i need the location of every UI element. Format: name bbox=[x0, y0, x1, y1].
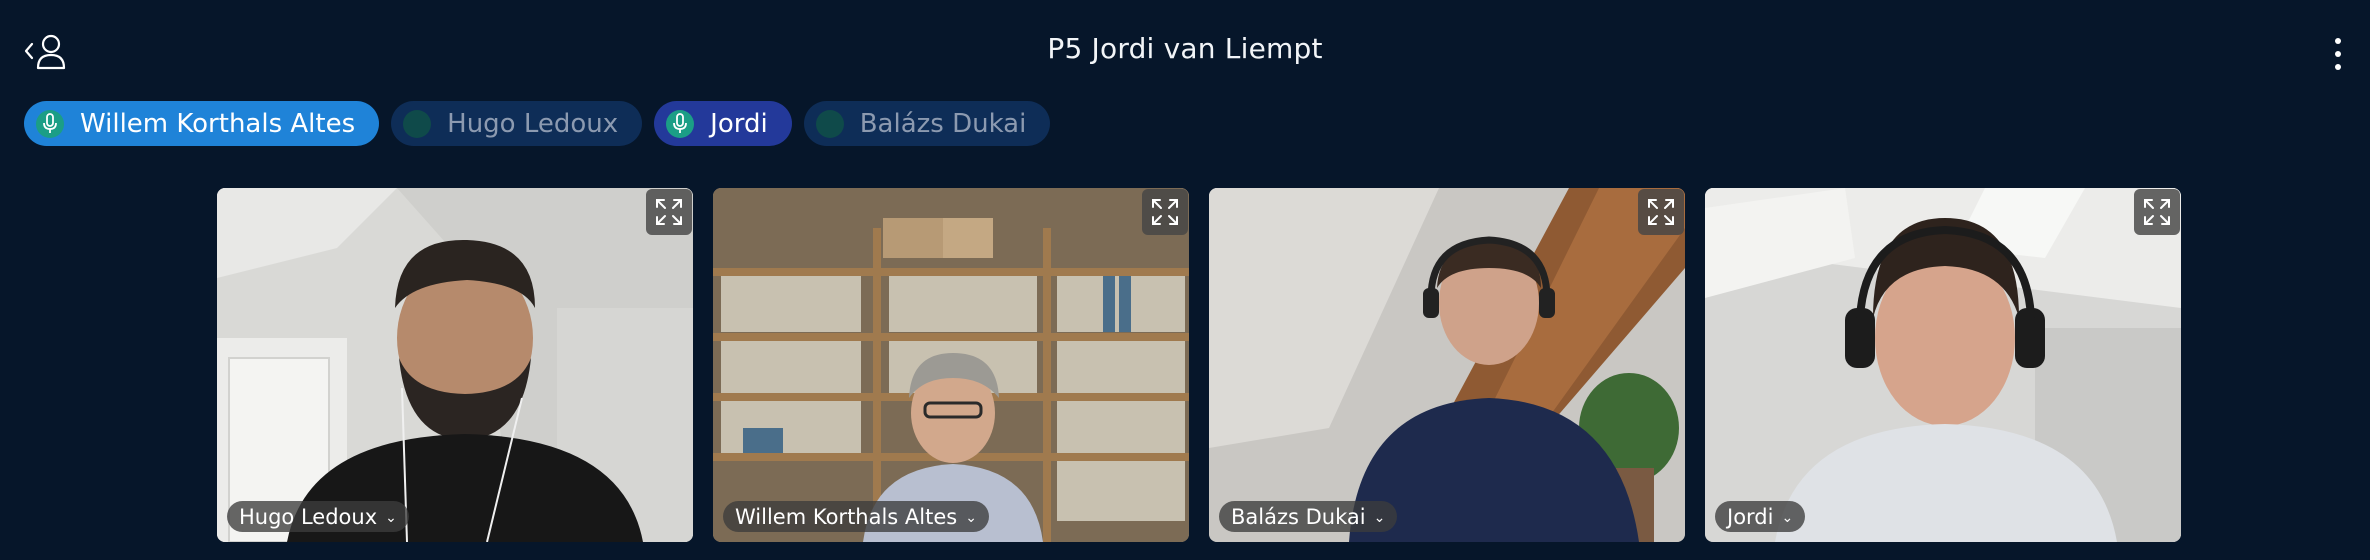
video-tile-balazs[interactable]: Balázs Dukai ⌄ bbox=[1209, 188, 1685, 542]
participant-pill-hugo[interactable]: Hugo Ledoux bbox=[391, 101, 643, 146]
participant-name-tag[interactable]: Willem Korthals Altes ⌄ bbox=[723, 501, 989, 532]
participant-name: Balázs Dukai bbox=[1231, 504, 1366, 529]
participant-name-tag[interactable]: Jordi ⌄ bbox=[1715, 501, 1806, 532]
participant-pill-willem[interactable]: Willem Korthals Altes bbox=[24, 101, 380, 146]
video-grid: Hugo Ledoux ⌄ Willem Korthals Altes ⌄ Ba… bbox=[217, 188, 2182, 543]
meeting-title: P5 Jordi van Liempt bbox=[1047, 32, 1323, 65]
participant-name: Jordi bbox=[1727, 504, 1774, 529]
status-dot-icon bbox=[403, 109, 432, 138]
participant-pill-label: Willem Korthals Altes bbox=[80, 108, 356, 139]
chevron-down-icon: ⌄ bbox=[1373, 509, 1386, 526]
video-tile-willem[interactable]: Willem Korthals Altes ⌄ bbox=[713, 188, 1189, 542]
microphone-icon bbox=[666, 109, 695, 138]
participant-name-tag[interactable]: Hugo Ledoux ⌄ bbox=[227, 501, 409, 532]
participant-pill-label: Balázs Dukai bbox=[859, 108, 1027, 139]
video-tile-hugo[interactable]: Hugo Ledoux ⌄ bbox=[217, 188, 693, 542]
status-dot-icon bbox=[815, 109, 844, 138]
participant-video bbox=[713, 188, 1189, 542]
participant-name-tag[interactable]: Balázs Dukai ⌄ bbox=[1219, 501, 1398, 532]
kebab-menu-icon[interactable] bbox=[2326, 34, 2350, 74]
participant-pill-jordi[interactable]: Jordi bbox=[654, 101, 792, 146]
participant-name: Willem Korthals Altes bbox=[735, 504, 958, 529]
participant-name: Hugo Ledoux bbox=[239, 504, 378, 529]
chevron-down-icon: ⌄ bbox=[1781, 509, 1794, 526]
participant-pill-label: Jordi bbox=[710, 108, 768, 139]
participant-pill-label: Hugo Ledoux bbox=[447, 108, 619, 139]
expand-icon[interactable] bbox=[646, 189, 692, 235]
chevron-down-icon: ⌄ bbox=[965, 509, 977, 526]
chevron-down-icon: ⌄ bbox=[385, 509, 397, 526]
participant-video bbox=[1705, 188, 2181, 542]
expand-icon[interactable] bbox=[2134, 189, 2180, 235]
participant-pill-balazs[interactable]: Balázs Dukai bbox=[803, 101, 1051, 146]
microphone-icon bbox=[36, 109, 64, 138]
expand-icon[interactable] bbox=[1638, 189, 1684, 235]
participant-video bbox=[217, 188, 693, 542]
top-bar: P5 Jordi van Liempt bbox=[0, 0, 2370, 96]
participant-video bbox=[1209, 188, 1685, 542]
video-tile-jordi[interactable]: Jordi ⌄ bbox=[1705, 188, 2181, 542]
expand-icon[interactable] bbox=[1142, 189, 1188, 235]
participant-pills: Willem Korthals Altes Hugo Ledoux Jordi … bbox=[24, 101, 1051, 146]
